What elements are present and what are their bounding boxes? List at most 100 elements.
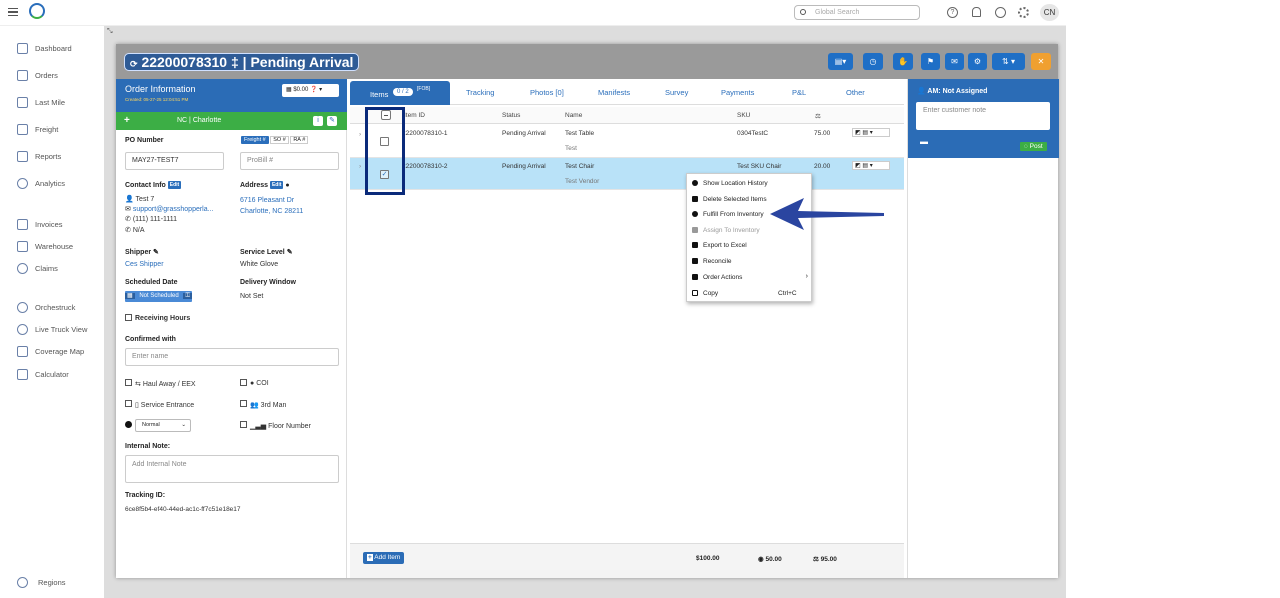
tab-payments[interactable]: Payments <box>721 88 754 97</box>
hamburger-menu-icon[interactable] <box>8 8 18 16</box>
floor-number-checkbox[interactable] <box>240 421 247 428</box>
nav-label: Claims <box>35 264 58 273</box>
edit-icon[interactable]: ◩ <box>855 130 861 136</box>
chevron-down-icon[interactable]: ▾ <box>870 163 873 169</box>
contact-email[interactable]: ✉ support@grasshopperla... <box>125 205 213 213</box>
nav-freight[interactable]: Freight <box>17 124 58 135</box>
refresh-icon[interactable]: ⟳ <box>130 59 138 69</box>
so-number-button[interactable]: SO # <box>270 136 289 144</box>
ra-number-button[interactable]: RA # <box>290 136 309 144</box>
col-sku[interactable]: SKU <box>737 112 750 119</box>
tab-items[interactable]: Items 0 / 2 [FOB] <box>350 81 450 105</box>
info-icon[interactable]: i <box>313 116 323 126</box>
table-row[interactable]: › 22200078310-1 Pending Arrival Test Tab… <box>350 125 904 158</box>
receiving-hours-checkbox[interactable] <box>125 314 132 321</box>
customer-note-input[interactable]: Enter customer note <box>916 102 1050 130</box>
menu-show-location-history[interactable]: Show Location History <box>687 176 813 191</box>
nav-orchestruck[interactable]: Orchestruck <box>17 302 75 313</box>
menu-export-to-excel[interactable]: Export to Excel <box>687 238 813 253</box>
user-icon: 👤 <box>917 88 928 95</box>
third-man-checkbox[interactable] <box>240 400 247 407</box>
split-action-button[interactable]: ⇅ ▾ <box>992 53 1025 70</box>
nav-dashboard[interactable]: Dashboard <box>17 43 72 54</box>
add-item-button[interactable]: + Add Item <box>363 552 405 564</box>
tab-survey[interactable]: Survey <box>665 88 688 97</box>
nav-coverage-map[interactable]: Coverage Map <box>17 346 84 357</box>
coi-checkbox[interactable] <box>240 379 247 386</box>
tab-other[interactable]: Other <box>846 88 865 97</box>
col-item-id[interactable]: Item ID <box>404 112 425 119</box>
address-line2[interactable]: Charlotte, NC 28211 <box>240 208 303 215</box>
nav-invoices[interactable]: Invoices <box>17 219 63 230</box>
haul-away-checkbox[interactable] <box>125 379 132 386</box>
priority-select[interactable]: Normal ⌄ <box>135 419 191 432</box>
col-name[interactable]: Name <box>565 112 582 119</box>
globe-icon <box>17 577 28 588</box>
mail-button[interactable]: ✉ <box>945 53 964 70</box>
probill-input[interactable]: ProBill # <box>240 152 339 170</box>
edit-icon[interactable]: ✎ <box>287 249 293 256</box>
nav-reports[interactable]: Reports <box>17 151 61 162</box>
internal-note-input[interactable]: Add Internal Note <box>125 455 339 483</box>
nav-warehouse[interactable]: Warehouse <box>17 241 73 252</box>
edit-icon[interactable]: ◩ <box>855 163 861 169</box>
flag-button[interactable]: ⚑ <box>921 53 940 70</box>
address-line1[interactable]: 6716 Pleasant Dr <box>240 197 294 204</box>
row-actions[interactable]: ◩ ▤ ▾ <box>852 161 890 170</box>
grid-icon[interactable]: ▤ <box>862 130 868 136</box>
scheduled-date-button[interactable]: ▦ Not Scheduled ⚿ <box>125 291 192 302</box>
tab-manifests[interactable]: Manifests <box>598 88 630 97</box>
history-icon[interactable] <box>995 7 1006 18</box>
help-icon[interactable]: ? <box>947 7 958 18</box>
post-note-button[interactable]: ◌ Post <box>1020 142 1047 151</box>
grid-icon[interactable]: ▤ <box>862 163 868 169</box>
nav-orders[interactable]: Orders <box>17 70 58 81</box>
expand-row-icon[interactable]: › <box>359 131 361 138</box>
menu-reconcile[interactable]: Reconcile <box>687 254 813 269</box>
nav-last-mile[interactable]: Last Mile <box>17 97 65 108</box>
nav-claims[interactable]: Claims <box>17 263 58 274</box>
confirmed-with-input[interactable]: Enter name <box>125 348 339 366</box>
edit-icon[interactable]: ✎ <box>153 249 159 256</box>
nav-live-truck-view[interactable]: Live Truck View <box>17 324 87 335</box>
edit-address-button[interactable]: Edit <box>269 181 284 189</box>
row-actions[interactable]: ◩ ▤ ▾ <box>852 128 890 137</box>
col-status[interactable]: Status <box>502 112 520 119</box>
menu-copy[interactable]: Copy Ctrl+C <box>687 286 813 301</box>
contact-phone: ✆ (111) 111-1111 <box>125 215 177 223</box>
tab-pl[interactable]: P&L <box>792 88 806 97</box>
app-logo[interactable] <box>29 3 45 19</box>
avatar[interactable]: CN <box>1040 4 1059 21</box>
chevron-down-icon[interactable]: ▾ <box>870 130 873 136</box>
nav-label: Calculator <box>35 370 69 379</box>
expand-row-icon[interactable]: › <box>359 163 361 170</box>
table-row[interactable]: › ✓ 22200078310-2 Pending Arrival Test C… <box>350 158 904 190</box>
gear-icon[interactable] <box>1018 7 1029 18</box>
clock-button[interactable]: ◷ <box>863 53 883 70</box>
document-menu-button[interactable]: ▤▾ <box>828 53 853 70</box>
expand-icon[interactable]: ⤡ <box>107 28 113 36</box>
close-button[interactable]: ✕ <box>1031 53 1051 70</box>
nav-calculator[interactable]: Calculator <box>17 369 69 380</box>
po-number-input[interactable]: MAY27-TEST7 <box>125 152 224 170</box>
service-entrance-label: ▯ Service Entrance <box>135 401 194 409</box>
settings-button[interactable]: ⚙ <box>968 53 987 70</box>
menu-order-actions[interactable]: Order Actions › <box>687 270 813 285</box>
plus-icon[interactable]: + <box>124 115 130 126</box>
edit-contact-button[interactable]: Edit <box>167 181 182 189</box>
weight-icon[interactable]: ⚖ <box>815 112 821 120</box>
bell-icon[interactable] <box>972 7 981 17</box>
nav-label: Dashboard <box>35 44 72 53</box>
shipper-value[interactable]: Ces Shipper <box>125 261 164 268</box>
edit-icon[interactable]: ✎ <box>327 116 337 126</box>
tab-tracking[interactable]: Tracking <box>466 88 494 97</box>
hand-button[interactable]: ✋ <box>893 53 913 70</box>
item-sku: 0304TestC <box>737 130 769 137</box>
tab-photos[interactable]: Photos [0] <box>530 88 564 97</box>
amount-dropdown[interactable]: ▦ $0.00 ❓ ▾ <box>282 84 339 97</box>
global-search-input[interactable]: Global Search <box>794 5 920 20</box>
nav-regions[interactable]: Regions <box>17 577 66 588</box>
freight-number-button[interactable]: Freight # <box>241 136 269 144</box>
nav-analytics[interactable]: Analytics <box>17 178 65 189</box>
service-entrance-checkbox[interactable] <box>125 400 132 407</box>
